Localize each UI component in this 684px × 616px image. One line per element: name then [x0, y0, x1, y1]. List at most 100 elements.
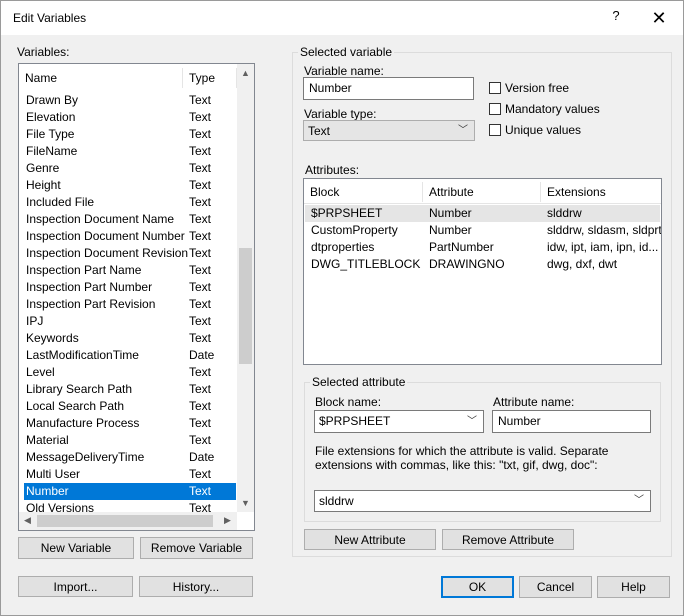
help-icon[interactable]: ? — [607, 8, 625, 28]
attribute-row[interactable]: CustomProperty Number slddrw, sldasm, sldp… — [305, 222, 661, 239]
variable-name-label: Variable name: — [304, 64, 384, 78]
variables-label: Variables: — [17, 45, 70, 59]
variable-row[interactable]: Inspection Document Number Text — [24, 228, 236, 245]
variable-type-cell: Text — [189, 246, 212, 260]
variable-row[interactable]: File Type Text — [24, 126, 236, 143]
history-button[interactable]: History... — [139, 576, 253, 597]
variable-row[interactable]: Multi User Text — [24, 466, 236, 483]
attribute-row[interactable]: $PRPSHEET Number slddrw — [305, 205, 660, 222]
variable-row[interactable]: Keywords Text — [24, 330, 236, 347]
remove-attribute-button[interactable]: Remove Attribute — [442, 529, 574, 550]
title-bar: Edit Variables ? ✕ — [1, 1, 683, 35]
attributes-table[interactable]: Block Attribute Extensions $PRPSHEET Numb… — [303, 178, 662, 365]
version-free-checkbox[interactable] — [489, 82, 501, 94]
variable-type-cell: Text — [189, 433, 212, 447]
variable-row[interactable]: Number Text — [24, 483, 236, 500]
variable-row[interactable]: Genre Text — [24, 160, 236, 177]
unique-values-label: Unique values — [505, 123, 582, 137]
header-divider — [304, 203, 661, 204]
attribute-attribute-cell: PartNumber — [429, 240, 494, 254]
new-variable-button[interactable]: New Variable — [18, 537, 134, 559]
variable-type-cell: Text — [189, 93, 212, 107]
variable-name-cell: Material — [26, 433, 69, 447]
attribute-extensions-cell: dwg, dxf, dwt — [547, 257, 618, 271]
attribute-attribute-cell: DRAWINGNO — [429, 257, 505, 271]
hscroll-thumb[interactable] — [37, 515, 213, 527]
scroll-left-icon[interactable]: ◀ — [19, 515, 36, 526]
variable-name-cell: Elevation — [26, 110, 76, 124]
variable-row[interactable]: Inspection Part Revision Text — [24, 296, 236, 313]
column-header-name[interactable]: Name — [19, 68, 183, 88]
scroll-thumb[interactable] — [239, 248, 252, 364]
variable-name-cell: Inspection Part Number — [26, 280, 153, 294]
scroll-up-icon[interactable]: ▲ — [237, 68, 254, 78]
extensions-value: slddrw — [319, 494, 354, 508]
variable-type-cell: Text — [189, 467, 212, 481]
variable-row[interactable]: Level Text — [24, 364, 236, 381]
variable-name-cell: Inspection Document Revision — [26, 246, 189, 260]
variable-row[interactable]: Material Text — [24, 432, 236, 449]
remove-variable-button[interactable]: Remove Variable — [140, 537, 253, 559]
variable-row[interactable]: Local Search Path Text — [24, 398, 236, 415]
variable-row[interactable]: Inspection Document Revision Text — [24, 245, 236, 262]
variable-type-cell: Date — [189, 450, 215, 464]
attribute-name-input[interactable]: Number — [492, 410, 651, 433]
scroll-down-icon[interactable]: ▼ — [237, 498, 254, 508]
variable-name-cell: Inspection Part Revision — [26, 297, 156, 311]
variable-row[interactable]: Inspection Document Name Text — [24, 211, 236, 228]
mandatory-values-label: Mandatory values — [505, 102, 600, 116]
variable-name-input[interactable]: Number — [303, 77, 474, 100]
variable-type-cell: Text — [189, 382, 212, 396]
attribute-row[interactable]: dtproperties PartNumber idw, ipt, iam, ipn… — [305, 239, 660, 256]
extensions-input[interactable]: slddrw ﹀ — [314, 490, 651, 512]
horizontal-scrollbar[interactable]: ◀ ▶ — [19, 512, 237, 530]
column-header-attribute[interactable]: Attribute — [423, 182, 541, 202]
attribute-row[interactable]: DWG_TITLEBLOCK DRAWINGNO dwg, dxf, dwt — [305, 256, 660, 273]
variable-row[interactable]: LastModificationTime Date — [24, 347, 236, 364]
variable-type-cell: Text — [189, 280, 212, 294]
variable-type-cell: Text — [189, 195, 212, 209]
mandatory-values-checkbox[interactable] — [489, 103, 501, 115]
variable-name-cell: Genre — [26, 161, 60, 175]
variable-name-cell: Number — [26, 484, 69, 498]
cancel-button[interactable]: Cancel — [519, 576, 592, 598]
variable-name-cell: Library Search Path — [26, 382, 133, 396]
chevron-down-icon: ﹀ — [467, 416, 477, 427]
variable-type-cell: Date — [189, 348, 215, 362]
variable-row[interactable]: IPJ Text — [24, 313, 236, 330]
variable-name-cell: Multi User — [26, 467, 81, 481]
window-title: Edit Variables — [13, 11, 87, 25]
close-icon[interactable]: ✕ — [649, 8, 669, 28]
column-header-block[interactable]: Block — [304, 182, 423, 202]
help-button[interactable]: Help — [597, 576, 670, 598]
new-attribute-button[interactable]: New Attribute — [304, 529, 436, 550]
column-header-type[interactable]: Type — [183, 68, 237, 88]
variable-type-cell: Text — [189, 297, 212, 311]
variable-type-cell: Text — [189, 416, 212, 430]
column-header-extensions[interactable]: Extensions — [541, 182, 661, 202]
scroll-right-icon[interactable]: ▶ — [219, 515, 236, 526]
variable-type-select[interactable]: Text ﹀ — [303, 120, 475, 141]
variable-row[interactable]: FileName Text — [24, 143, 236, 160]
variable-row[interactable]: Inspection Part Name Text — [24, 262, 236, 279]
variable-name-cell: Inspection Part Name — [26, 263, 142, 277]
block-name-select[interactable]: $PRPSHEET ﹀ — [314, 410, 484, 433]
vertical-scrollbar[interactable]: ▲ ▼ — [237, 64, 254, 512]
variable-row[interactable]: Drawn By Text — [24, 92, 236, 109]
ok-button[interactable]: OK — [441, 576, 514, 598]
attribute-block-cell: $PRPSHEET — [311, 206, 383, 220]
variable-row[interactable]: MessageDeliveryTime Date — [24, 449, 236, 466]
variable-row[interactable]: Elevation Text — [24, 109, 236, 126]
attribute-block-cell: dtproperties — [311, 240, 375, 254]
variable-type-cell: Text — [189, 484, 212, 498]
attributes-label: Attributes: — [305, 163, 360, 177]
unique-values-checkbox[interactable] — [489, 124, 501, 136]
variable-name-cell: LastModificationTime — [26, 348, 139, 362]
variable-row[interactable]: Manufacture Process Text — [24, 415, 236, 432]
variable-row[interactable]: Inspection Part Number Text — [24, 279, 236, 296]
variables-list[interactable]: Name Type Drawn By Text Elevation Text File … — [18, 63, 255, 531]
import-button[interactable]: Import... — [18, 576, 133, 597]
variable-row[interactable]: Height Text — [24, 177, 236, 194]
variable-row[interactable]: Included File Text — [24, 194, 236, 211]
variable-row[interactable]: Library Search Path Text — [24, 381, 236, 398]
